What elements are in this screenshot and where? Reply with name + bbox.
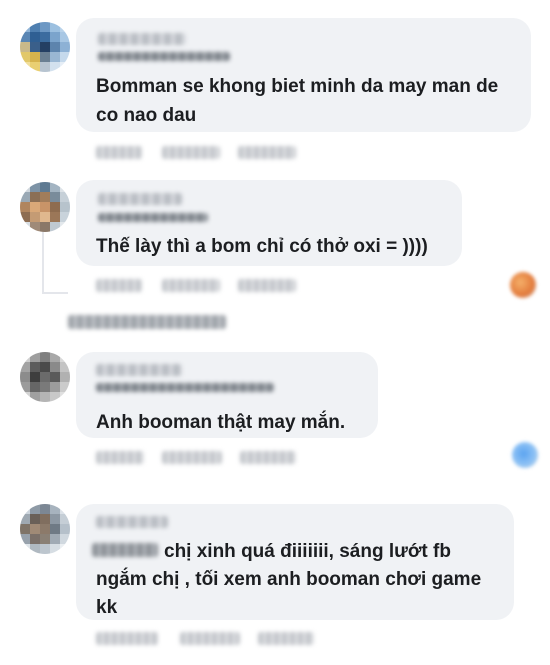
comment-text-line-2: ngắm chị , tối xem anh booman chơi game [96, 569, 482, 590]
comment-text-line-1: Bomman se khong biet minh da may man de [96, 76, 499, 97]
author-name[interactable] [96, 516, 168, 528]
comment-actions[interactable] [238, 146, 296, 159]
thread-line [42, 292, 68, 294]
reaction-icon[interactable] [510, 272, 536, 298]
comment-actions[interactable] [162, 279, 220, 292]
comment-text-line-2: co nao dau [96, 105, 197, 126]
comment-actions[interactable] [180, 632, 240, 645]
comment-text-line-3: kk [96, 597, 118, 618]
comment-actions[interactable] [96, 451, 144, 464]
avatar[interactable] [20, 352, 70, 402]
comment-actions[interactable] [238, 279, 296, 292]
comment-text-line-1: chị xinh quá điiiiiii, sáng lướt fb [164, 541, 451, 562]
avatar[interactable] [20, 22, 70, 72]
comment-actions[interactable] [240, 451, 296, 464]
comment-actions[interactable] [96, 632, 158, 645]
author-badge [98, 52, 230, 61]
author-badge [96, 383, 274, 392]
author-name[interactable] [98, 33, 186, 45]
comment-text: Thế lày thì a bom chỉ có thở oxi = )))) [96, 236, 428, 257]
comment-actions[interactable] [96, 146, 142, 159]
thread-line [42, 232, 44, 292]
author-name[interactable] [98, 193, 182, 205]
view-replies-link[interactable] [68, 315, 226, 329]
tagged-name[interactable] [92, 543, 158, 557]
comment-actions[interactable] [162, 146, 220, 159]
comment-actions[interactable] [162, 451, 222, 464]
avatar[interactable] [20, 504, 70, 554]
comment-actions[interactable] [96, 279, 142, 292]
author-name[interactable] [96, 364, 182, 376]
avatar[interactable] [20, 182, 70, 232]
comment-actions[interactable] [258, 632, 314, 645]
comment-text: Anh booman thật may mắn. [96, 412, 346, 433]
reaction-icon[interactable] [512, 442, 538, 468]
author-badge [98, 213, 208, 222]
